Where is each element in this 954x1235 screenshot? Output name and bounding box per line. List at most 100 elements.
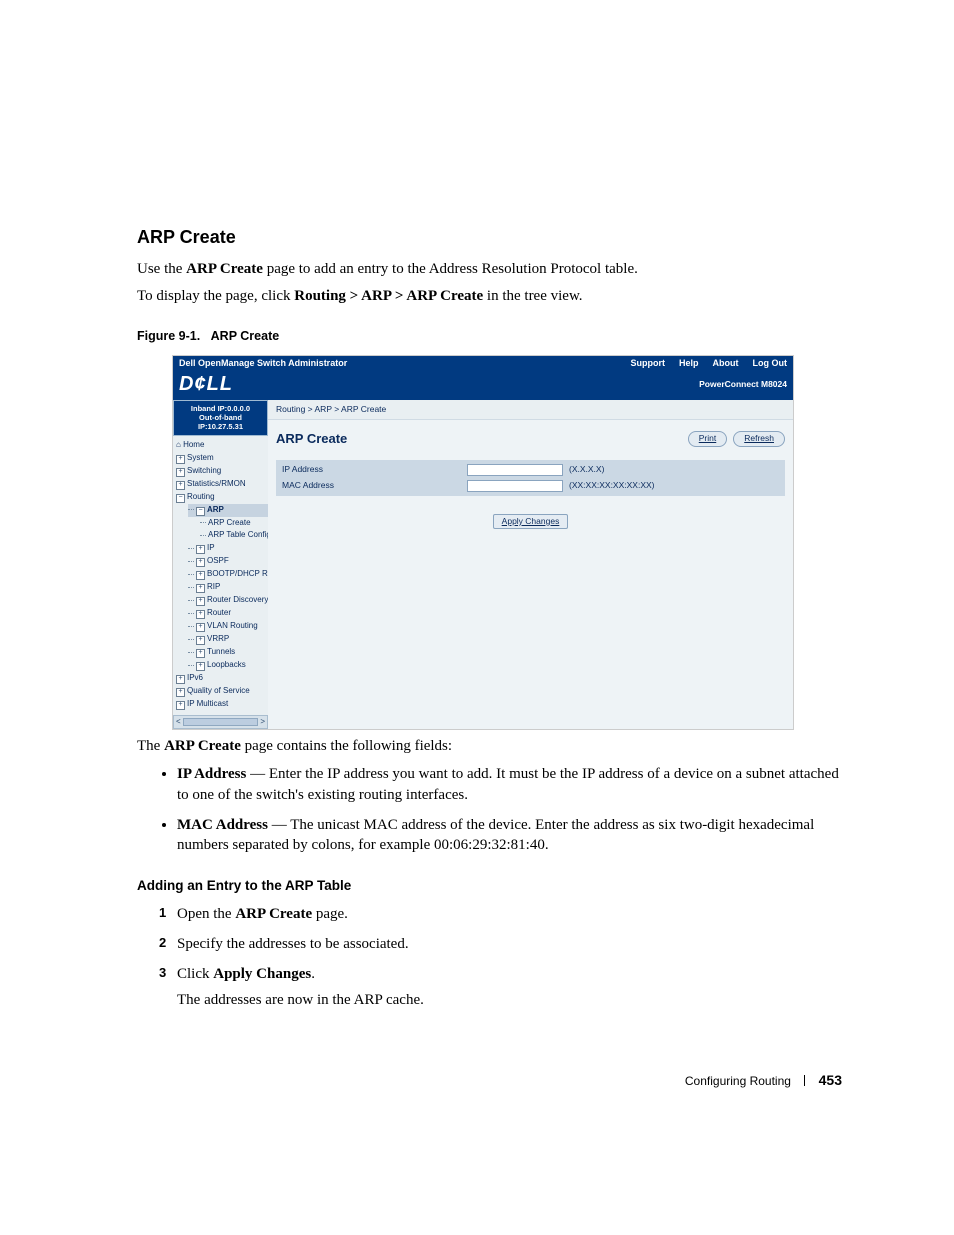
- sidebar-scrollbar[interactable]: < >: [173, 715, 268, 729]
- form-row-mac: MAC Address (XX:XX:XX:XX:XX:XX): [276, 478, 785, 494]
- collapse-icon[interactable]: −: [196, 507, 205, 516]
- tree-item-ospf[interactable]: +OSPF: [188, 555, 268, 568]
- tree-item-arp-create[interactable]: ARP Create: [200, 517, 268, 530]
- dash: —: [268, 817, 290, 833]
- expand-icon[interactable]: +: [176, 701, 185, 710]
- expand-icon[interactable]: +: [196, 636, 205, 645]
- tree-item-router[interactable]: +Router: [188, 607, 268, 620]
- page-title: ARP Create: [276, 430, 347, 448]
- intro-paragraph: Use the ARP Create page to add an entry …: [137, 259, 842, 279]
- text: .: [311, 966, 315, 982]
- tree-item-ipv6[interactable]: +IPv6: [176, 672, 268, 685]
- topbar-link-support[interactable]: Support: [630, 357, 665, 369]
- expand-icon[interactable]: +: [176, 468, 185, 477]
- expand-icon[interactable]: +: [196, 623, 205, 632]
- topbar-link-help[interactable]: Help: [679, 357, 699, 369]
- label: Tunnels: [207, 647, 235, 656]
- ip-address-hint: (X.X.X.X): [569, 464, 604, 475]
- expand-icon[interactable]: +: [196, 662, 205, 671]
- expand-icon[interactable]: +: [196, 584, 205, 593]
- label: Router Discovery: [207, 595, 268, 604]
- inband-ip: Inband IP:0.0.0.0: [177, 404, 264, 413]
- tree-item-vrrp[interactable]: +VRRP: [188, 633, 268, 646]
- ip-address-input[interactable]: [467, 464, 563, 476]
- tree-item-routing[interactable]: −Routing: [176, 491, 268, 504]
- apply-changes-button[interactable]: Apply Changes: [493, 514, 569, 529]
- mac-address-input[interactable]: [467, 480, 563, 492]
- text: Use the: [137, 261, 186, 277]
- expand-icon[interactable]: +: [196, 610, 205, 619]
- fields-list: IP Address — Enter the IP address you wa…: [137, 764, 842, 855]
- expand-icon[interactable]: +: [176, 688, 185, 697]
- tree-item-routerdisc[interactable]: +Router Discovery: [188, 594, 268, 607]
- tree-item-arp[interactable]: −ARP: [188, 504, 268, 517]
- brand-row: D¢LL PowerConnect M8024: [173, 370, 793, 400]
- tree-item-tunnels[interactable]: +Tunnels: [188, 646, 268, 659]
- label: IP: [207, 543, 215, 552]
- ip-info-box: Inband IP:0.0.0.0 Out-of-band IP:10.27.5…: [173, 400, 268, 436]
- text: page.: [312, 906, 348, 922]
- section-heading: ARP Create: [137, 225, 842, 249]
- step-1: Open the ARP Create page.: [159, 904, 842, 924]
- field-desc: Enter the IP address you want to add. It…: [177, 766, 839, 802]
- tree-item-ip[interactable]: +IP: [188, 542, 268, 555]
- mac-address-hint: (XX:XX:XX:XX:XX:XX): [569, 480, 655, 491]
- tree-item-stats[interactable]: +Statistics/RMON: [176, 478, 268, 491]
- form-area: IP Address (X.X.X.X) MAC Address (XX:XX:…: [276, 460, 785, 496]
- tree-item-ipmulticast[interactable]: +IP Multicast: [176, 698, 268, 711]
- home-icon: ⌂: [176, 440, 181, 449]
- expand-icon[interactable]: +: [176, 455, 185, 464]
- expand-icon[interactable]: +: [196, 597, 205, 606]
- text: The: [137, 738, 164, 754]
- expand-icon[interactable]: +: [196, 649, 205, 658]
- text: page contains the following fields:: [241, 738, 452, 754]
- footer-chapter: Configuring Routing: [685, 1074, 791, 1088]
- topbar-link-about[interactable]: About: [713, 357, 739, 369]
- tree-item-bootp[interactable]: +BOOTP/DHCP Relay: [188, 568, 268, 581]
- label: IP Multicast: [187, 699, 228, 708]
- tree-item-vlanrouting[interactable]: +VLAN Routing: [188, 620, 268, 633]
- field-item-ip: IP Address — Enter the IP address you wa…: [177, 764, 842, 805]
- nav-sidebar: Inband IP:0.0.0.0 Out-of-band IP:10.27.5…: [173, 400, 268, 730]
- scroll-thumb[interactable]: [183, 718, 259, 726]
- step-3: Click Apply Changes. The addresses are n…: [159, 964, 842, 1011]
- tree-item-arp-table[interactable]: ARP Table Configu: [200, 529, 268, 542]
- expand-icon[interactable]: +: [196, 545, 205, 554]
- tree-item-rip[interactable]: +RIP: [188, 581, 268, 594]
- expand-icon[interactable]: +: [176, 675, 185, 684]
- mac-address-label: MAC Address: [282, 480, 467, 491]
- print-button[interactable]: Print: [688, 431, 727, 446]
- label: Loopbacks: [207, 660, 246, 669]
- label: VRRP: [207, 634, 229, 643]
- expand-icon[interactable]: +: [196, 571, 205, 580]
- step-2: Specify the addresses to be associated.: [159, 934, 842, 954]
- tree-item-qos[interactable]: +Quality of Service: [176, 685, 268, 698]
- ip-address-label: IP Address: [282, 464, 467, 475]
- collapse-icon[interactable]: −: [176, 494, 185, 503]
- app-title: Dell OpenManage Switch Administrator: [179, 357, 347, 369]
- tree-item-switching[interactable]: +Switching: [176, 465, 268, 478]
- label: Switching: [187, 466, 221, 475]
- topbar-link-logout[interactable]: Log Out: [753, 357, 788, 369]
- nav-paragraph: To display the page, click Routing > ARP…: [137, 286, 842, 306]
- label: Routing: [187, 492, 215, 501]
- label: Router: [207, 608, 231, 617]
- label: OSPF: [207, 556, 229, 565]
- label: Home: [183, 440, 204, 449]
- expand-icon[interactable]: +: [176, 481, 185, 490]
- label: VLAN Routing: [207, 621, 258, 630]
- text: Open the: [177, 906, 235, 922]
- nav-tree: ⌂ Home +System +Switching +Statistics/RM…: [173, 439, 268, 711]
- figure-number: Figure 9-1.: [137, 329, 200, 343]
- scroll-right-icon[interactable]: >: [260, 717, 265, 728]
- tree-item-loopbacks[interactable]: +Loopbacks: [188, 659, 268, 672]
- expand-icon[interactable]: +: [196, 558, 205, 567]
- nav-path-bold: Routing > ARP > ARP Create: [294, 288, 483, 304]
- scroll-left-icon[interactable]: <: [176, 717, 181, 728]
- refresh-button[interactable]: Refresh: [733, 431, 785, 446]
- label: Statistics/RMON: [187, 479, 246, 488]
- tree-item-home[interactable]: ⌂ Home: [176, 439, 268, 452]
- tree-item-system[interactable]: +System: [176, 452, 268, 465]
- label: RIP: [207, 582, 220, 591]
- sub-heading: Adding an Entry to the ARP Table: [137, 877, 842, 895]
